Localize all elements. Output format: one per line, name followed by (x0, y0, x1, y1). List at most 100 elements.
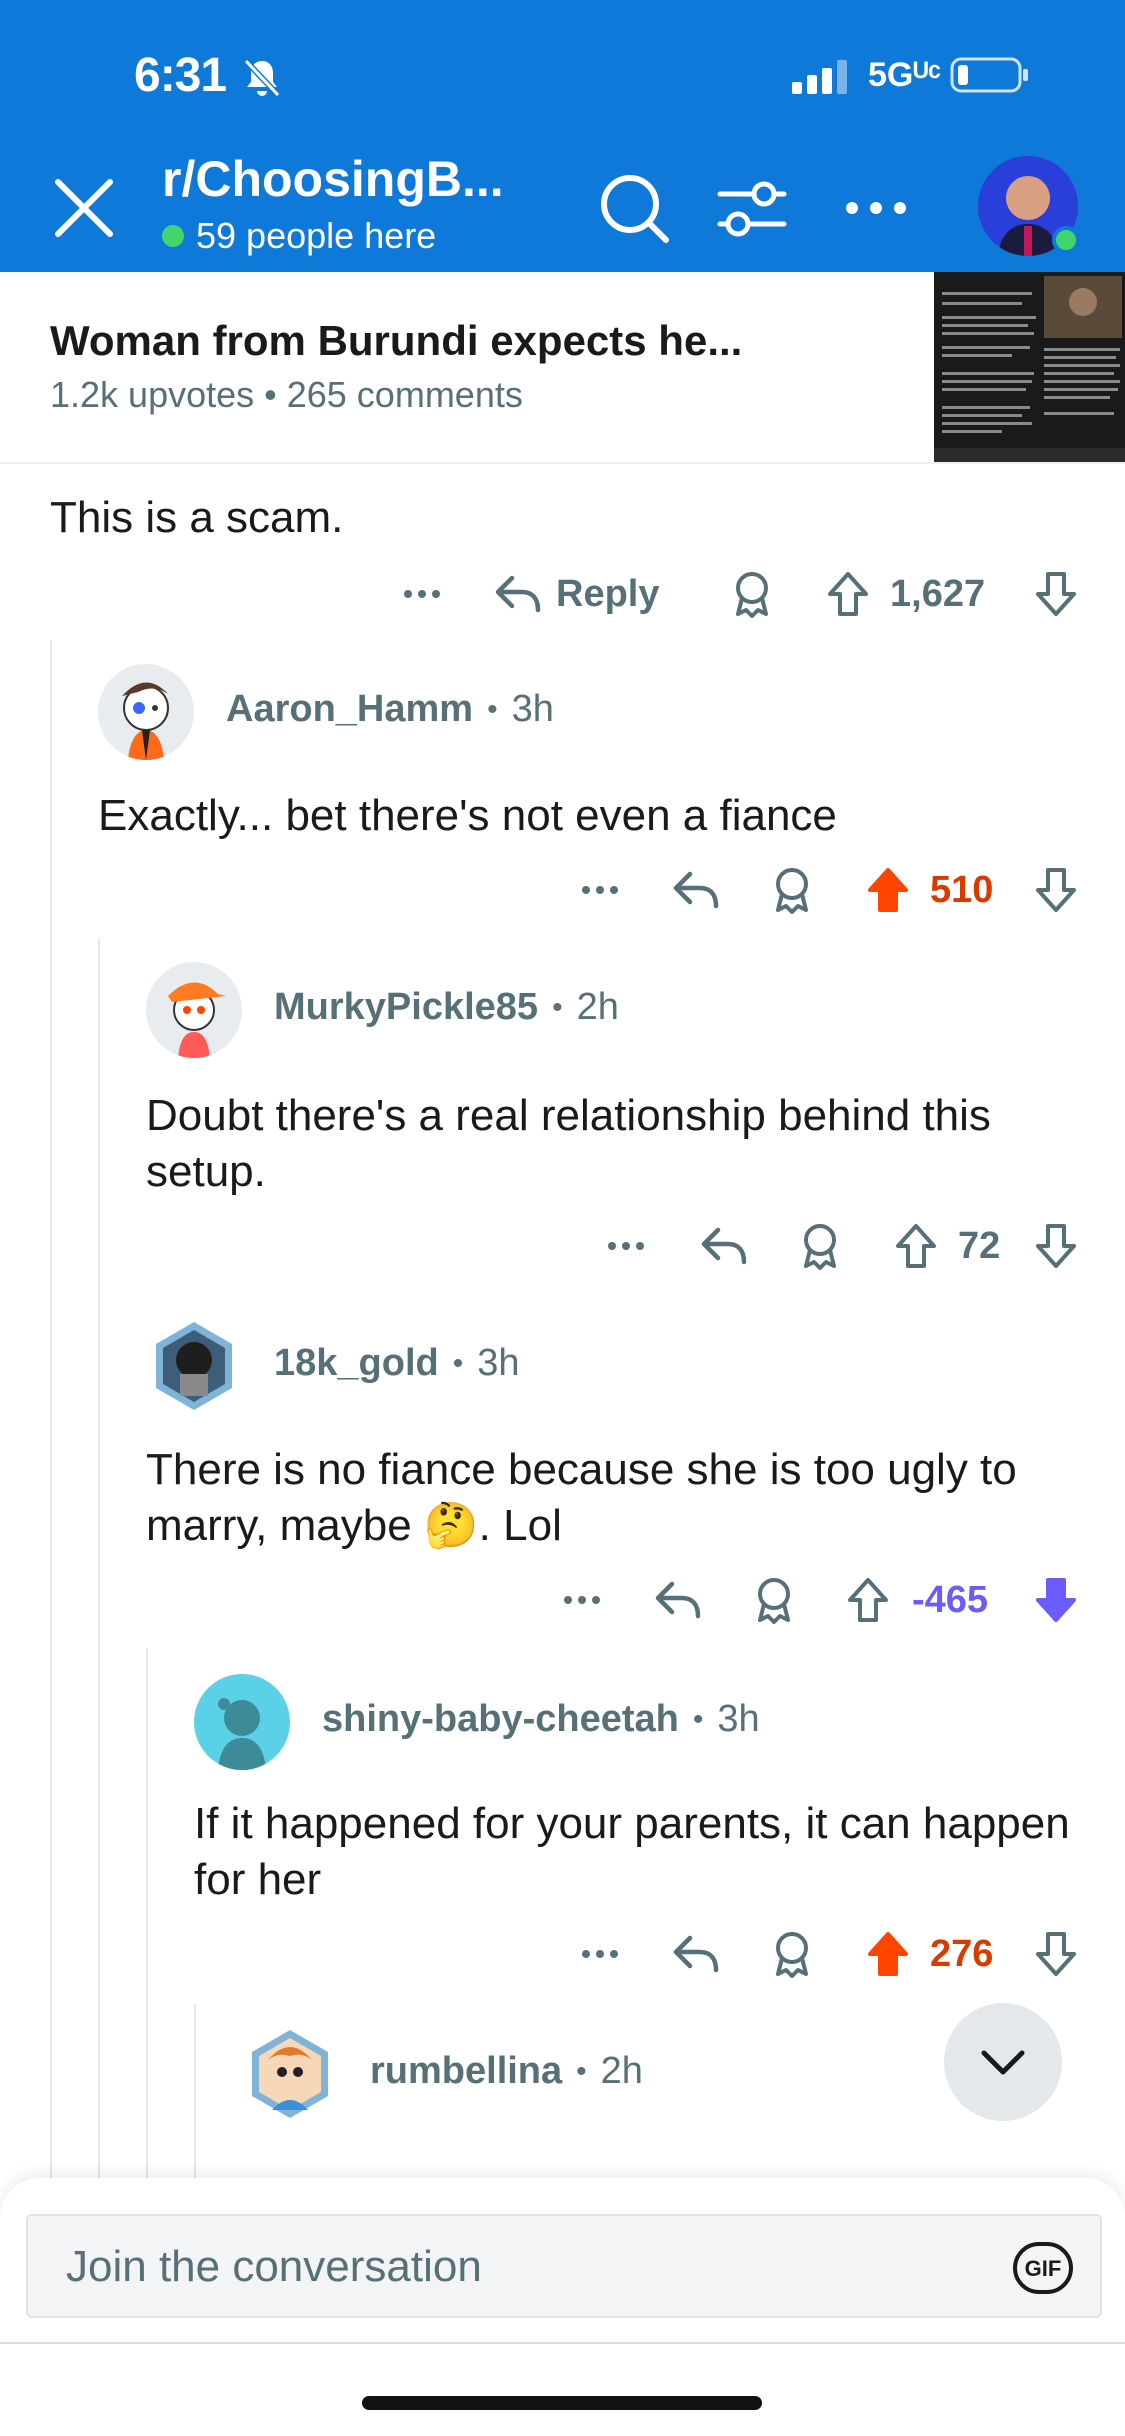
reply-arrow-icon (495, 575, 541, 613)
online-indicator: 59 people here (162, 215, 436, 257)
battery-icon (950, 57, 1028, 93)
user-avatar[interactable] (146, 1318, 242, 1414)
comment-body: Doubt there's a real relationship behind… (146, 1091, 991, 1196)
downvote-button[interactable] (1034, 860, 1078, 920)
upvote-button[interactable] (826, 564, 870, 624)
post-thumbnail[interactable] (934, 272, 1125, 462)
upvote-button[interactable] (846, 1570, 890, 1630)
award-icon (776, 868, 808, 914)
meta-separator: • (487, 692, 498, 726)
search-icon[interactable] (594, 168, 674, 248)
reply-arrow-icon (673, 871, 719, 909)
more-actions-button[interactable] (578, 860, 622, 920)
downvote-icon (1036, 1932, 1076, 1976)
comment-body: There is no fiance because she is too ug… (146, 1445, 1017, 1550)
sort-filter-icon[interactable] (712, 168, 792, 248)
downvote-icon (1036, 1224, 1076, 1268)
gif-label: GIF (1025, 2256, 1062, 2281)
comment-actions: 72 (0, 1216, 1125, 1276)
default-snoo-avatar-image (194, 1674, 290, 1770)
network-type: 5Gᵁᶜ (868, 56, 942, 94)
home-indicator (362, 2396, 762, 2410)
reply-label: Reply (556, 572, 660, 615)
comment-input[interactable]: Join the conversation GIF (26, 2214, 1102, 2318)
reply-button[interactable] (672, 1924, 720, 1984)
online-count: 59 people here (196, 215, 437, 256)
comment-author[interactable]: shiny-baby-cheetah (322, 1698, 679, 1741)
more-actions-button[interactable] (400, 564, 444, 624)
reply-button[interactable] (700, 1216, 748, 1276)
vote-score: 276 (930, 1932, 994, 1975)
reply-button[interactable]: Reply (494, 564, 659, 624)
award-icon (776, 1932, 808, 1978)
post-title[interactable]: Woman from Burundi expects he... (50, 317, 742, 365)
reply-button[interactable] (654, 1570, 702, 1630)
comment-author[interactable]: Aaron_Hamm (226, 688, 473, 731)
downvote-button[interactable] (1034, 1570, 1078, 1630)
reply-arrow-icon (673, 1935, 719, 1973)
vote-score: -465 (912, 1578, 989, 1621)
comment-body: If it happened for your parents, it can … (194, 1799, 1070, 1904)
downvote-button[interactable] (1034, 564, 1078, 624)
reply-button[interactable] (672, 860, 720, 920)
post-summary[interactable]: Woman from Burundi expects he... 1.2k up… (0, 272, 1125, 464)
more-actions-button[interactable] (604, 1216, 648, 1276)
ellipsis-icon (564, 1596, 600, 1604)
app-header: 6:31 5Gᵁᶜ r/ChoosingB... 59 people here (0, 0, 1125, 272)
reply-arrow-icon (701, 1227, 747, 1265)
close-icon[interactable] (44, 168, 124, 248)
comment-author[interactable]: rumbellina (370, 2050, 562, 2093)
comment-age: 3h (511, 688, 554, 730)
more-actions-button[interactable] (578, 1924, 622, 1984)
meta-separator: • (552, 990, 563, 1024)
upvote-icon-active (868, 868, 908, 912)
gif-icon[interactable]: GIF (1012, 2241, 1074, 2295)
upvote-button[interactable] (866, 1924, 910, 1984)
screenshot-thumbnail-image (934, 272, 1125, 462)
thread-rail (98, 939, 100, 2184)
award-button[interactable] (752, 1570, 796, 1630)
comment-actions: 276 (0, 1924, 1125, 1984)
comment-meta: shiny-baby-cheetah • 3h (322, 1698, 760, 1741)
upvote-button[interactable] (866, 860, 910, 920)
user-avatar[interactable] (98, 664, 194, 760)
comment-age: 3h (717, 1698, 760, 1740)
comment-actions: Reply 1,627 (0, 564, 1125, 624)
comment-input-placeholder: Join the conversation (66, 2242, 482, 2291)
chevron-down-icon (981, 2050, 1025, 2075)
more-actions-button[interactable] (560, 1570, 604, 1630)
cellular-signal-icon (792, 60, 847, 94)
downvote-button[interactable] (1034, 1924, 1078, 1984)
meta-separator: • (576, 2054, 587, 2088)
award-button[interactable] (730, 564, 774, 624)
downvote-icon (1036, 572, 1076, 616)
meta-separator: • (452, 1346, 464, 1380)
upvote-icon (828, 572, 868, 616)
online-dot-icon (162, 225, 184, 247)
award-button[interactable] (798, 1216, 842, 1276)
online-status-icon (1052, 226, 1080, 254)
user-avatar[interactable] (146, 962, 242, 1058)
downvote-button[interactable] (1034, 1216, 1078, 1276)
upvote-button[interactable] (894, 1216, 938, 1276)
comment-meta: 18k_gold • 3h (274, 1342, 520, 1385)
reply-arrow-icon (655, 1581, 701, 1619)
downvote-icon-active (1036, 1578, 1076, 1622)
award-icon (804, 1224, 836, 1270)
meta-separator: • (692, 1702, 704, 1736)
snoo-avatar-image (252, 2030, 328, 2118)
ellipsis-icon (582, 886, 618, 894)
award-button[interactable] (770, 860, 814, 920)
comment-actions: -465 (0, 1570, 1125, 1630)
user-avatar[interactable] (242, 2026, 338, 2122)
more-options-icon[interactable] (836, 168, 916, 248)
comment-author[interactable]: 18k_gold (274, 1342, 439, 1385)
award-button[interactable] (770, 1924, 814, 1984)
thread-rail (146, 1649, 148, 2184)
comment-age: 2h (600, 2050, 643, 2092)
next-comment-button[interactable] (944, 2003, 1062, 2121)
upvote-icon-active (868, 1932, 908, 1976)
comment-author[interactable]: MurkyPickle85 (274, 986, 538, 1029)
subreddit-name[interactable]: r/ChoosingB... (162, 150, 504, 208)
user-avatar[interactable] (194, 1674, 290, 1770)
